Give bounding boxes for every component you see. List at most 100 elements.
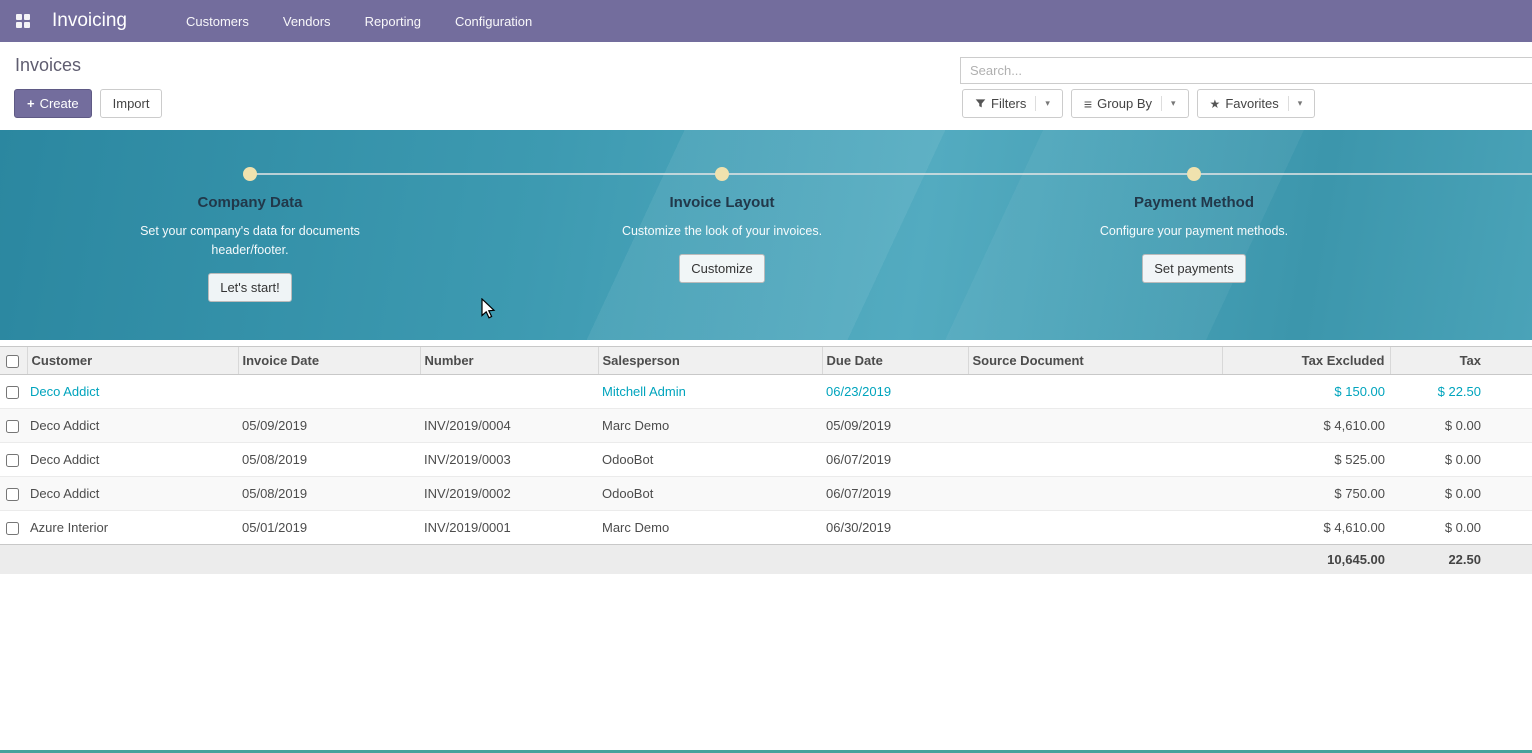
cell-salesperson: OdooBot bbox=[598, 477, 822, 511]
cell-tax: $ 22.50 bbox=[1390, 375, 1532, 409]
cell-due-date: 05/09/2019 bbox=[822, 409, 968, 443]
button-divider bbox=[1161, 96, 1162, 111]
search-options: Filters ▾ ≡ Group By ▾ ★ Favorites ▾ bbox=[962, 89, 1315, 118]
step-title: Invoice Layout bbox=[486, 194, 958, 211]
cell-number: INV/2019/0003 bbox=[420, 443, 598, 477]
cell-tax: $ 0.00 bbox=[1390, 477, 1532, 511]
totals-spacer bbox=[0, 545, 1222, 575]
table-row[interactable]: Deco Addict 05/08/2019 INV/2019/0002 Odo… bbox=[0, 477, 1532, 511]
onboarding-step-payment-method: Payment Method Configure your payment me… bbox=[958, 194, 1430, 283]
cell-due-date: 06/07/2019 bbox=[822, 443, 968, 477]
total-tax: 22.50 bbox=[1390, 545, 1532, 575]
row-checkbox[interactable] bbox=[6, 522, 19, 535]
header-tax[interactable]: Tax bbox=[1390, 347, 1532, 375]
header-due-date[interactable]: Due Date bbox=[822, 347, 968, 375]
row-checkbox[interactable] bbox=[6, 454, 19, 467]
cell-salesperson: OdooBot bbox=[598, 443, 822, 477]
row-checkbox-cell bbox=[0, 409, 27, 443]
step-title: Payment Method bbox=[958, 194, 1430, 211]
cell-tax-excluded: $ 750.00 bbox=[1222, 477, 1390, 511]
header-salesperson[interactable]: Salesperson bbox=[598, 347, 822, 375]
chevron-down-icon: ▾ bbox=[1045, 99, 1050, 108]
lets-start-button[interactable]: Let's start! bbox=[208, 273, 292, 302]
cell-tax-excluded: $ 525.00 bbox=[1222, 443, 1390, 477]
star-icon: ★ bbox=[1210, 98, 1221, 110]
import-button[interactable]: Import bbox=[100, 89, 163, 118]
step-description: Configure your payment methods. bbox=[1078, 222, 1310, 241]
select-all-checkbox[interactable] bbox=[6, 355, 19, 368]
table-row[interactable]: Deco Addict 05/09/2019 INV/2019/0004 Mar… bbox=[0, 409, 1532, 443]
step-description: Set your company's data for documents he… bbox=[134, 222, 366, 260]
step-dot-payment-method bbox=[1187, 167, 1201, 181]
grid-icon bbox=[16, 14, 30, 28]
group-by-label: Group By bbox=[1097, 95, 1152, 112]
menu-customers[interactable]: Customers bbox=[169, 0, 266, 42]
create-button[interactable]: + Create bbox=[14, 89, 92, 118]
row-checkbox-cell bbox=[0, 477, 27, 511]
cell-source-document bbox=[968, 443, 1222, 477]
group-by-button[interactable]: ≡ Group By ▾ bbox=[1071, 89, 1189, 118]
table-header-row: Customer Invoice Date Number Salesperson… bbox=[0, 347, 1532, 375]
cell-invoice-date: 05/09/2019 bbox=[238, 409, 420, 443]
row-checkbox[interactable] bbox=[6, 386, 19, 399]
chevron-down-icon: ▾ bbox=[1171, 99, 1176, 108]
onboarding-step-company-data: Company Data Set your company's data for… bbox=[14, 194, 486, 302]
header-tax-excluded[interactable]: Tax Excluded bbox=[1222, 347, 1390, 375]
plus-icon: + bbox=[27, 95, 35, 112]
cell-customer: Deco Addict bbox=[27, 409, 238, 443]
row-checkbox-cell bbox=[0, 443, 27, 477]
cell-due-date: 06/30/2019 bbox=[822, 511, 968, 545]
header-source-document[interactable]: Source Document bbox=[968, 347, 1222, 375]
search-input[interactable] bbox=[960, 57, 1532, 84]
breadcrumb-title: Invoices bbox=[15, 55, 81, 76]
cell-tax-excluded: $ 4,610.00 bbox=[1222, 511, 1390, 545]
cell-tax: $ 0.00 bbox=[1390, 409, 1532, 443]
menu-configuration[interactable]: Configuration bbox=[438, 0, 549, 42]
set-payments-button[interactable]: Set payments bbox=[1142, 254, 1246, 283]
step-dot-invoice-layout bbox=[715, 167, 729, 181]
cell-number: INV/2019/0002 bbox=[420, 477, 598, 511]
select-all-cell bbox=[0, 347, 27, 375]
onboarding-banner: Company Data Set your company's data for… bbox=[0, 130, 1532, 340]
button-divider bbox=[1035, 96, 1036, 111]
invoicing-page: Invoicing Customers Vendors Reporting Co… bbox=[0, 0, 1532, 753]
action-buttons: + Create Import bbox=[14, 89, 162, 118]
table-row[interactable]: Azure Interior 05/01/2019 INV/2019/0001 … bbox=[0, 511, 1532, 545]
cell-salesperson: Marc Demo bbox=[598, 409, 822, 443]
cell-due-date: 06/23/2019 bbox=[822, 375, 968, 409]
customize-button[interactable]: Customize bbox=[679, 254, 764, 283]
header-invoice-date[interactable]: Invoice Date bbox=[238, 347, 420, 375]
table-row[interactable]: Deco Addict 05/08/2019 INV/2019/0003 Odo… bbox=[0, 443, 1532, 477]
menu-reporting[interactable]: Reporting bbox=[348, 0, 438, 42]
control-panel: Invoices + Create Import Filters ▾ ≡ bbox=[0, 42, 1532, 130]
menu-vendors[interactable]: Vendors bbox=[266, 0, 348, 42]
cell-source-document bbox=[968, 409, 1222, 443]
table-row[interactable]: Deco Addict Mitchell Admin 06/23/2019 $ … bbox=[0, 375, 1532, 409]
cell-invoice-date bbox=[238, 375, 420, 409]
step-dot-company-data bbox=[243, 167, 257, 181]
invoices-list: Customer Invoice Date Number Salesperson… bbox=[0, 346, 1532, 574]
apps-menu-icon[interactable] bbox=[0, 0, 46, 42]
onboarding-step-invoice-layout: Invoice Layout Customize the look of you… bbox=[486, 194, 958, 283]
create-button-label: Create bbox=[40, 95, 79, 112]
cell-number: INV/2019/0001 bbox=[420, 511, 598, 545]
app-brand[interactable]: Invoicing bbox=[52, 10, 127, 32]
header-customer[interactable]: Customer bbox=[27, 347, 238, 375]
cell-tax-excluded: $ 150.00 bbox=[1222, 375, 1390, 409]
cell-salesperson: Mitchell Admin bbox=[598, 375, 822, 409]
favorites-label: Favorites bbox=[1225, 95, 1278, 112]
header-number[interactable]: Number bbox=[420, 347, 598, 375]
cell-due-date: 06/07/2019 bbox=[822, 477, 968, 511]
cell-customer: Deco Addict bbox=[27, 375, 238, 409]
row-checkbox[interactable] bbox=[6, 488, 19, 501]
cell-salesperson: Marc Demo bbox=[598, 511, 822, 545]
group-by-icon: ≡ bbox=[1084, 97, 1092, 111]
cell-source-document bbox=[968, 511, 1222, 545]
filters-button[interactable]: Filters ▾ bbox=[962, 89, 1063, 118]
step-title: Company Data bbox=[14, 194, 486, 211]
cell-source-document bbox=[968, 477, 1222, 511]
filters-label: Filters bbox=[991, 95, 1026, 112]
cell-customer: Azure Interior bbox=[27, 511, 238, 545]
row-checkbox[interactable] bbox=[6, 420, 19, 433]
favorites-button[interactable]: ★ Favorites ▾ bbox=[1197, 89, 1316, 118]
